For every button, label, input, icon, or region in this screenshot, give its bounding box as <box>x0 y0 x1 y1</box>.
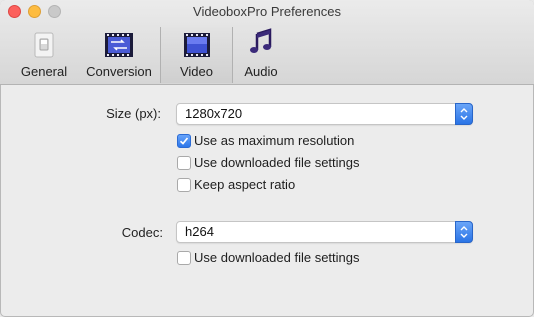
window-title: VideoboxPro Preferences <box>193 4 341 19</box>
preferences-window: VideoboxPro Preferences General Conversi… <box>0 0 534 317</box>
codec-downloaded-settings-label[interactable]: Use downloaded file settings <box>194 250 360 265</box>
tab-video-label: Video <box>179 64 213 79</box>
tab-audio[interactable]: Audio <box>236 27 286 83</box>
tab-conversion-label: Conversion <box>86 64 152 79</box>
codec-label: Codec: <box>121 225 163 240</box>
size-downloaded-settings-checkbox[interactable] <box>177 156 191 170</box>
film-icon <box>182 31 212 62</box>
titlebar-toolbar: VideoboxPro Preferences General Conversi… <box>0 0 534 85</box>
tab-video[interactable]: Video <box>160 27 233 83</box>
tab-audio-label: Audio <box>244 64 278 79</box>
film-convert-icon <box>103 31 135 62</box>
size-select[interactable]: 1280x720 <box>176 103 473 125</box>
size-label: Size (px): <box>106 106 161 121</box>
music-note-icon <box>248 28 274 59</box>
size-downloaded-settings-label[interactable]: Use downloaded file settings <box>194 155 360 170</box>
max-resolution-label[interactable]: Use as maximum resolution <box>194 133 354 148</box>
keep-aspect-checkbox[interactable] <box>177 178 191 192</box>
chevron-up-down-icon[interactable] <box>455 103 473 125</box>
codec-select-value: h264 <box>185 224 214 239</box>
chevron-up-down-icon[interactable] <box>455 221 473 243</box>
codec-select[interactable]: h264 <box>176 221 473 243</box>
tab-general-label: General <box>20 64 68 79</box>
max-resolution-checkbox[interactable] <box>177 134 191 148</box>
size-select-value: 1280x720 <box>185 106 243 121</box>
keep-aspect-label[interactable]: Keep aspect ratio <box>194 177 295 192</box>
codec-downloaded-settings-checkbox[interactable] <box>177 251 191 265</box>
tab-conversion[interactable]: Conversion <box>80 27 158 83</box>
tab-general[interactable]: General <box>14 27 74 83</box>
switch-icon <box>32 31 56 62</box>
